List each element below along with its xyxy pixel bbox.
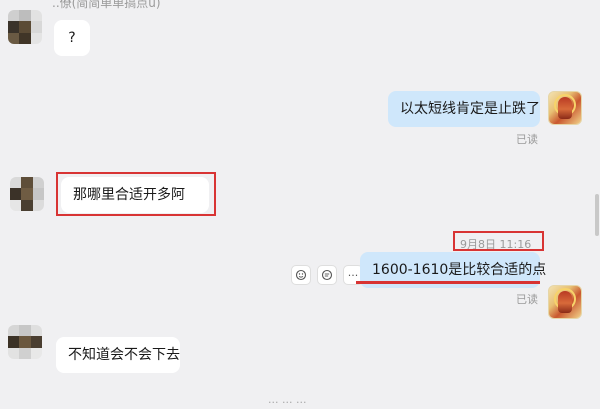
cut-off-text: ··· ··· ···: [268, 396, 307, 409]
annotation-box: [453, 231, 544, 251]
avatar[interactable]: [548, 285, 582, 319]
sender-nickname: ..僚(简简单单搞点u): [52, 0, 161, 10]
scrollbar[interactable]: [595, 194, 599, 236]
annotation-underline: [356, 281, 540, 284]
annotation-box: [56, 172, 216, 216]
read-status: 已读: [516, 293, 538, 306]
message-bubble[interactable]: 不知道会不会下去: [56, 337, 180, 373]
message-actions: ···: [291, 265, 363, 285]
emoji-plus-icon[interactable]: [291, 265, 311, 285]
avatar[interactable]: [8, 10, 42, 44]
avatar[interactable]: [8, 325, 42, 359]
read-status: 已读: [516, 133, 538, 146]
message-bubble[interactable]: ?: [54, 20, 90, 56]
avatar-figure: [558, 291, 572, 313]
avatar[interactable]: [10, 177, 44, 211]
avatar-figure: [558, 97, 572, 119]
avatar[interactable]: [548, 91, 582, 125]
message-bubble[interactable]: 以太短线肯定是止跌了: [388, 91, 540, 127]
quote-icon[interactable]: [317, 265, 337, 285]
